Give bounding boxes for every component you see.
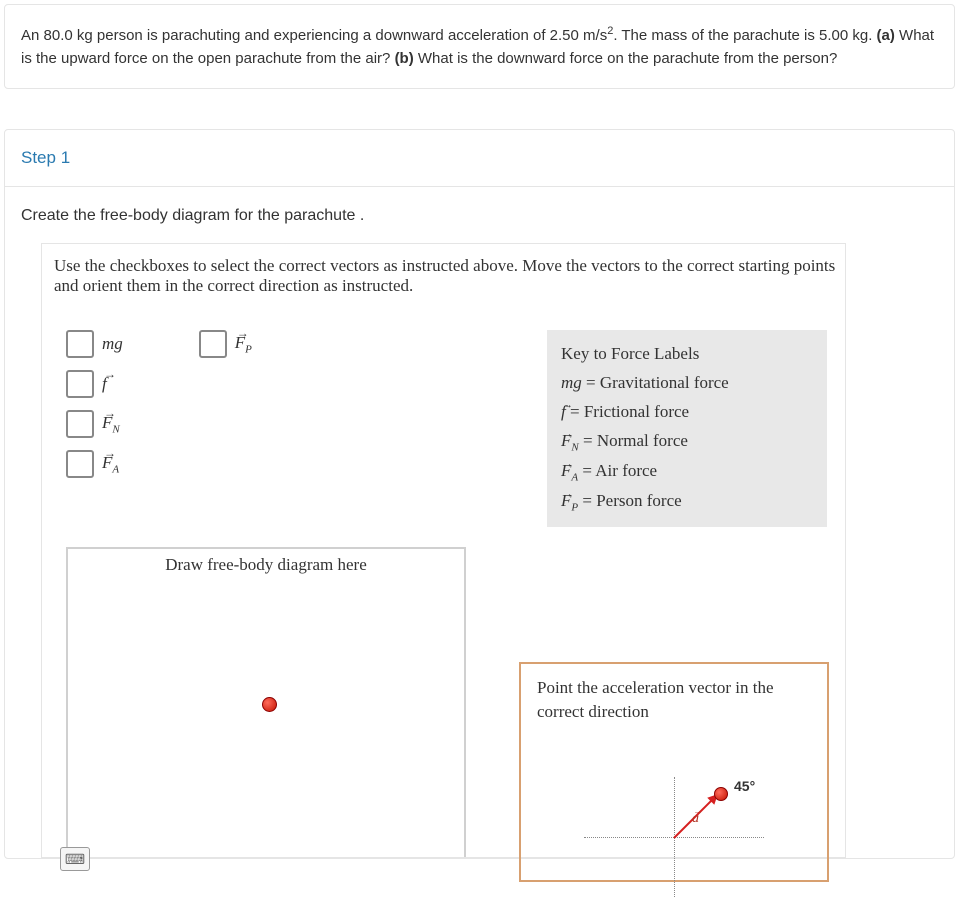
checkbox-row-mg: mg xyxy=(66,330,123,358)
checkbox-row-fp: →FP xyxy=(199,330,252,358)
checkbox-label-f: →f xyxy=(102,374,107,394)
problem-prefix: An 80.0 kg person is parachuting and exp… xyxy=(21,27,607,44)
checkbox-label-fa: →FA xyxy=(102,453,119,475)
checkbox-list-right: →FP xyxy=(193,330,252,527)
checkbox-fn[interactable] xyxy=(66,410,94,438)
fbd-title: Draw free-body diagram here xyxy=(68,549,464,575)
checkbox-label-fn: →FN xyxy=(102,413,120,435)
checkbox-row-fn: →FN xyxy=(66,410,123,438)
checkbox-mg[interactable] xyxy=(66,330,94,358)
accel-vector-label: →a xyxy=(692,809,699,829)
checkbox-column: mg →f →FN →FA xyxy=(60,330,517,527)
part-a-label: (a) xyxy=(877,27,895,44)
step-body: Create the free-body diagram for the par… xyxy=(5,187,954,858)
exercise-area: mg →f →FN →FA xyxy=(41,310,846,858)
top-row: mg →f →FN →FA xyxy=(60,330,827,527)
accel-plot: 45° →a xyxy=(584,777,764,897)
keyboard-icon[interactable] xyxy=(60,847,90,871)
checkbox-label-fp: →FP xyxy=(235,333,252,355)
key-row-fp: →FP = Person force xyxy=(561,487,813,517)
canvas-instruction: Use the checkboxes to select the correct… xyxy=(41,243,846,310)
accel-angle-label: 45° xyxy=(734,777,755,797)
key-title: Key to Force Labels xyxy=(561,340,813,369)
fbd-origin-dot[interactable] xyxy=(262,697,277,712)
checkbox-row-f: →f xyxy=(66,370,123,398)
acceleration-canvas[interactable]: Point the acceleration vector in the cor… xyxy=(519,662,829,882)
checkbox-fp[interactable] xyxy=(199,330,227,358)
checkbox-fa[interactable] xyxy=(66,450,94,478)
step-instruction: Create the free-body diagram for the par… xyxy=(21,207,938,225)
part-b-text: What is the downward force on the parach… xyxy=(414,50,838,67)
accel-vector-handle[interactable] xyxy=(714,787,728,801)
key-row-fa: →FA = Air force xyxy=(561,457,813,487)
key-row-mg: mg = Gravitational force xyxy=(561,369,813,398)
checkbox-label-mg: mg xyxy=(102,334,123,354)
key-row-f: →f = Frictional force xyxy=(561,398,813,427)
problem-statement: An 80.0 kg person is parachuting and exp… xyxy=(4,4,955,89)
lower-row: Draw free-body diagram here Point the ac… xyxy=(60,547,827,857)
checkbox-f[interactable] xyxy=(66,370,94,398)
key-row-fn: →FN = Normal force xyxy=(561,427,813,457)
free-body-diagram-canvas[interactable]: Draw free-body diagram here xyxy=(66,547,466,857)
accel-instruction: Point the acceleration vector in the cor… xyxy=(537,676,811,724)
checkbox-list-left: mg →f →FN →FA xyxy=(60,330,123,527)
problem-text: An 80.0 kg person is parachuting and exp… xyxy=(21,27,934,67)
problem-suffix: . The mass of the parachute is 5.00 kg. xyxy=(613,27,876,44)
step-card: Step 1 Create the free-body diagram for … xyxy=(4,129,955,859)
checkbox-row-fa: →FA xyxy=(66,450,123,478)
part-b-label: (b) xyxy=(395,50,414,67)
step-header: Step 1 xyxy=(5,130,954,187)
key-panel: Key to Force Labels mg = Gravitational f… xyxy=(547,330,827,527)
